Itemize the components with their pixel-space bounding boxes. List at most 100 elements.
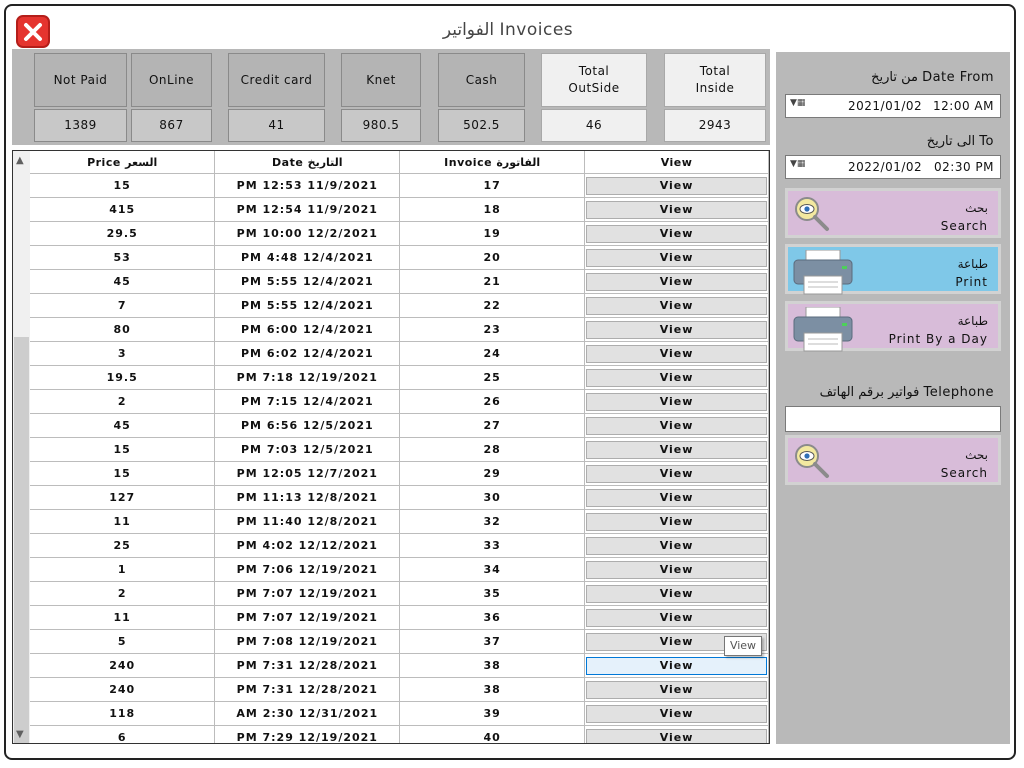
view-button[interactable]: View [586, 440, 767, 459]
view-button[interactable]: View [586, 488, 767, 507]
cell-view: View [584, 173, 769, 198]
view-button[interactable]: View [586, 464, 767, 483]
cell-price: 2 [30, 581, 216, 606]
vertical-scrollbar[interactable]: ▲ ▼ [13, 151, 30, 743]
cell-date: PM 12:53 11/9/2021 [214, 173, 401, 198]
cell-invoice: 26 [399, 389, 586, 414]
cell-date: PM 7:31 12/28/2021 [214, 677, 401, 702]
cell-price: 2 [30, 389, 216, 414]
table-row[interactable]: 15 PM 12:53 11/9/2021 17 View [30, 173, 769, 198]
cell-invoice: 17 [399, 173, 586, 198]
cell-view: View [584, 557, 769, 582]
cell-price: 5 [30, 629, 216, 654]
invoices-grid: ▲ ▼ Price السعر Date التاريخ Invoice الف… [12, 150, 770, 744]
view-button[interactable]: View [586, 248, 767, 267]
table-row[interactable]: 29.5 PM 10:00 12/2/2021 19 View [30, 221, 769, 246]
column-header-invoice[interactable]: Invoice الفاتورة [399, 151, 586, 174]
print-button[interactable]: طباعة Print [785, 244, 1001, 295]
cell-price: 3 [30, 341, 216, 366]
table-row[interactable]: 11 PM 7:07 12/19/2021 36 View [30, 605, 769, 630]
date-from-picker[interactable]: ▼▦ 2021/01/02 12:00 AM [785, 94, 1001, 118]
cell-invoice: 18 [399, 197, 586, 222]
cell-invoice: 34 [399, 557, 586, 582]
table-row[interactable]: 415 PM 12:54 11/9/2021 18 View [30, 197, 769, 222]
view-button[interactable]: View [586, 728, 767, 743]
view-button[interactable]: View [586, 512, 767, 531]
table-row[interactable]: 25 PM 4:02 12/12/2021 33 View [30, 533, 769, 558]
cell-date: PM 11:40 12/8/2021 [214, 509, 401, 534]
table-row[interactable]: 6 PM 7:29 12/19/2021 40 View [30, 725, 769, 743]
table-row[interactable]: 127 PM 11:13 12/8/2021 30 View [30, 485, 769, 510]
table-row[interactable]: 5 PM 7:08 12/19/2021 37 View [30, 629, 769, 654]
view-button[interactable]: View [586, 272, 767, 291]
cell-date: AM 2:30 12/31/2021 [214, 701, 401, 726]
scroll-up-icon[interactable]: ▲ [16, 155, 24, 166]
table-row[interactable]: 240 PM 7:31 12/28/2021 38 View [30, 653, 769, 678]
table-row[interactable]: 1 PM 7:06 12/19/2021 34 View [30, 557, 769, 582]
view-button[interactable]: View [586, 320, 767, 339]
cell-invoice: 21 [399, 269, 586, 294]
date-to-time: 02:30 PM [934, 160, 994, 174]
table-row[interactable]: 80 PM 6:00 12/4/2021 23 View [30, 317, 769, 342]
view-button[interactable]: View [586, 224, 767, 243]
magnifier-icon [795, 444, 829, 478]
view-button[interactable]: View [586, 656, 767, 675]
date-from-label: من تاريخ Date From [871, 70, 994, 85]
calendar-dropdown-icon[interactable]: ▼▦ [790, 98, 805, 108]
view-button[interactable]: View [586, 608, 767, 627]
telephone-search-button[interactable]: بحث Search [785, 435, 1001, 485]
table-row[interactable]: 2 PM 7:15 12/4/2021 26 View [30, 389, 769, 414]
column-header-view[interactable]: View [584, 151, 769, 174]
table-row[interactable]: 118 AM 2:30 12/31/2021 39 View [30, 701, 769, 726]
view-button[interactable]: View [586, 392, 767, 411]
view-button[interactable]: View [586, 344, 767, 363]
print-by-day-button[interactable]: طباعة Print By a Day [785, 301, 1001, 352]
cell-price: 53 [30, 245, 216, 270]
table-row[interactable]: 45 PM 6:56 12/5/2021 27 View [30, 413, 769, 438]
cell-view: View [584, 581, 769, 606]
table-row[interactable]: 15 PM 12:05 12/7/2021 29 View [30, 461, 769, 486]
table-row[interactable]: 45 PM 5:55 12/4/2021 21 View [30, 269, 769, 294]
table-row[interactable]: 7 PM 5:55 12/4/2021 22 View [30, 293, 769, 318]
cell-price: 45 [30, 269, 216, 294]
print-label-en: Print [955, 275, 988, 289]
view-button[interactable]: View [586, 368, 767, 387]
view-button[interactable]: View [586, 536, 767, 555]
cell-date: PM 5:55 12/4/2021 [214, 293, 401, 318]
date-to-picker[interactable]: ▼▦ 2022/01/02 02:30 PM [785, 155, 1001, 179]
telephone-search-label-en: Search [940, 466, 988, 480]
table-row[interactable]: 240 PM 7:31 12/28/2021 38 View [30, 677, 769, 702]
cell-view: View [584, 485, 769, 510]
column-header-date[interactable]: Date التاريخ [214, 151, 401, 174]
telephone-input[interactable] [785, 406, 1001, 432]
printer-icon [793, 250, 853, 295]
scroll-thumb[interactable] [14, 337, 29, 743]
print-by-day-label-ar: طباعة [957, 314, 988, 328]
view-button[interactable]: View [586, 200, 767, 219]
view-button[interactable]: View [586, 560, 767, 579]
scroll-down-icon[interactable]: ▼ [16, 729, 24, 740]
view-button[interactable]: View [586, 584, 767, 603]
table-row[interactable]: 2 PM 7:07 12/19/2021 35 View [30, 581, 769, 606]
cell-view: View [584, 197, 769, 222]
cell-price: 118 [30, 701, 216, 726]
table-row[interactable]: 3 PM 6:02 12/4/2021 24 View [30, 341, 769, 366]
table-row[interactable]: 53 PM 4:48 12/4/2021 20 View [30, 245, 769, 270]
calendar-dropdown-icon[interactable]: ▼▦ [790, 159, 805, 169]
cell-date: PM 11:13 12/8/2021 [214, 485, 401, 510]
cell-price: 11 [30, 509, 216, 534]
cell-date: PM 7:06 12/19/2021 [214, 557, 401, 582]
table-row[interactable]: 15 PM 7:03 12/5/2021 28 View [30, 437, 769, 462]
date-from-time: 12:00 AM [933, 99, 994, 113]
view-button[interactable]: View [586, 296, 767, 315]
summary-online-value: 867 [131, 109, 212, 142]
search-button[interactable]: بحث Search [785, 188, 1001, 238]
view-button[interactable]: View [586, 176, 767, 195]
table-row[interactable]: 19.5 PM 7:18 12/19/2021 25 View [30, 365, 769, 390]
view-button[interactable]: View [586, 704, 767, 723]
table-row[interactable]: 11 PM 11:40 12/8/2021 32 View [30, 509, 769, 534]
view-button[interactable]: View [586, 416, 767, 435]
column-header-price[interactable]: Price السعر [30, 151, 216, 174]
view-button[interactable]: View [586, 680, 767, 699]
cell-view: View [584, 653, 769, 678]
